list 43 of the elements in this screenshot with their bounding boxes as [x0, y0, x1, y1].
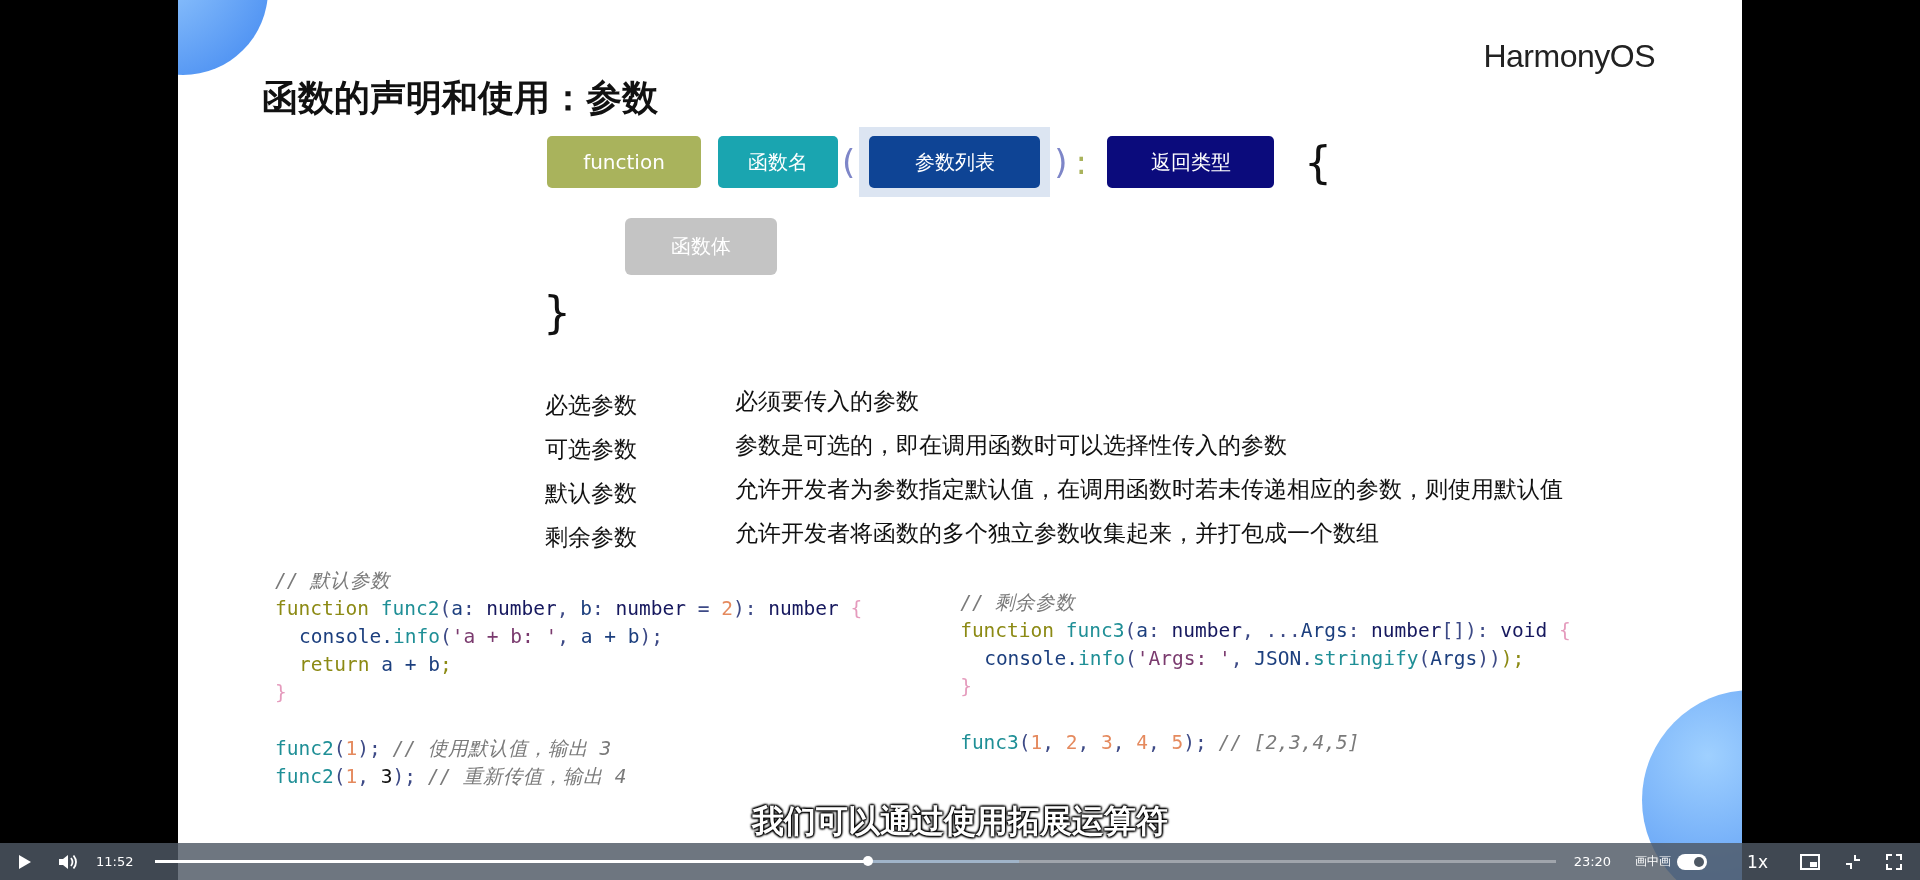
brace: } [543, 287, 571, 339]
param-term: 剩余参数 [545, 522, 638, 552]
fullscreen-button[interactable] [1886, 853, 1902, 870]
param-description: 允许开发者为参数指定默认值，在调用函数时若未传递相应的参数，则使用默认值 [735, 474, 1563, 504]
code-line: function func3(a: number, ...Args: number[]): void { [960, 618, 1571, 644]
param-description: 允许开发者将函数的多个独立参数收集起来，并打包成一个数组 [735, 518, 1379, 548]
code-line: function func2(a: number, b: number = 2): number { [275, 596, 863, 622]
code-line: // 剩余参数 [960, 590, 1076, 616]
pip-label: 画中画 [1635, 853, 1672, 870]
syntax-block: 函数名 [718, 136, 838, 188]
param-term: 默认参数 [545, 478, 638, 508]
code-line: // 默认参数 [275, 568, 391, 594]
slide-title: 函数的声明和使用：参数 [262, 76, 658, 120]
syntax-block: function [547, 136, 701, 188]
syntax-block: 参数列表 [869, 136, 1041, 188]
code-line: } [960, 674, 972, 700]
syntax-symbol: ) [1053, 142, 1069, 182]
param-description: 必须要传入的参数 [735, 386, 919, 416]
subtitle: 我们可以通过使用拓展运算符 [752, 801, 1168, 842]
param-description: 参数是可选的，即在调用函数时可以选择性传入的参数 [735, 430, 1287, 460]
code-line: console.info('Args: ', JSON.stringify(Args))); [983, 646, 1525, 672]
brace: { [1304, 136, 1332, 188]
volume-button[interactable] [58, 852, 78, 871]
param-term: 必选参数 [545, 390, 638, 420]
speed-button[interactable]: 1x [1747, 851, 1768, 872]
code-line: console.info('a + b: ', a + b); [298, 624, 663, 650]
syntax-symbol: ( [841, 142, 857, 182]
syntax-block: 函数体 [625, 218, 777, 275]
code-line: return a + b; [298, 652, 452, 678]
syntax-block: 返回类型 [1107, 136, 1274, 188]
code-line: func2(1, 3); // 重新传值，输出 4 [275, 764, 627, 790]
code-line: func3(1, 2, 3, 4, 5); // [2,3,4,5] [960, 730, 1360, 756]
pip-button[interactable] [1800, 853, 1820, 870]
current-time: 11:52 [96, 854, 134, 869]
code-line: func2(1); // 使用默认值，输出 3 [275, 736, 612, 762]
code-line: } [275, 680, 287, 706]
syntax-symbol: : [1074, 142, 1088, 182]
play-button[interactable] [18, 853, 32, 870]
exit-fullscreen-icon[interactable] [1844, 852, 1862, 871]
logo: HarmonyOS [1483, 38, 1655, 75]
param-term: 可选参数 [545, 434, 638, 464]
toggle-switch[interactable] [1677, 853, 1708, 870]
duration: 23:20 [1573, 854, 1612, 869]
